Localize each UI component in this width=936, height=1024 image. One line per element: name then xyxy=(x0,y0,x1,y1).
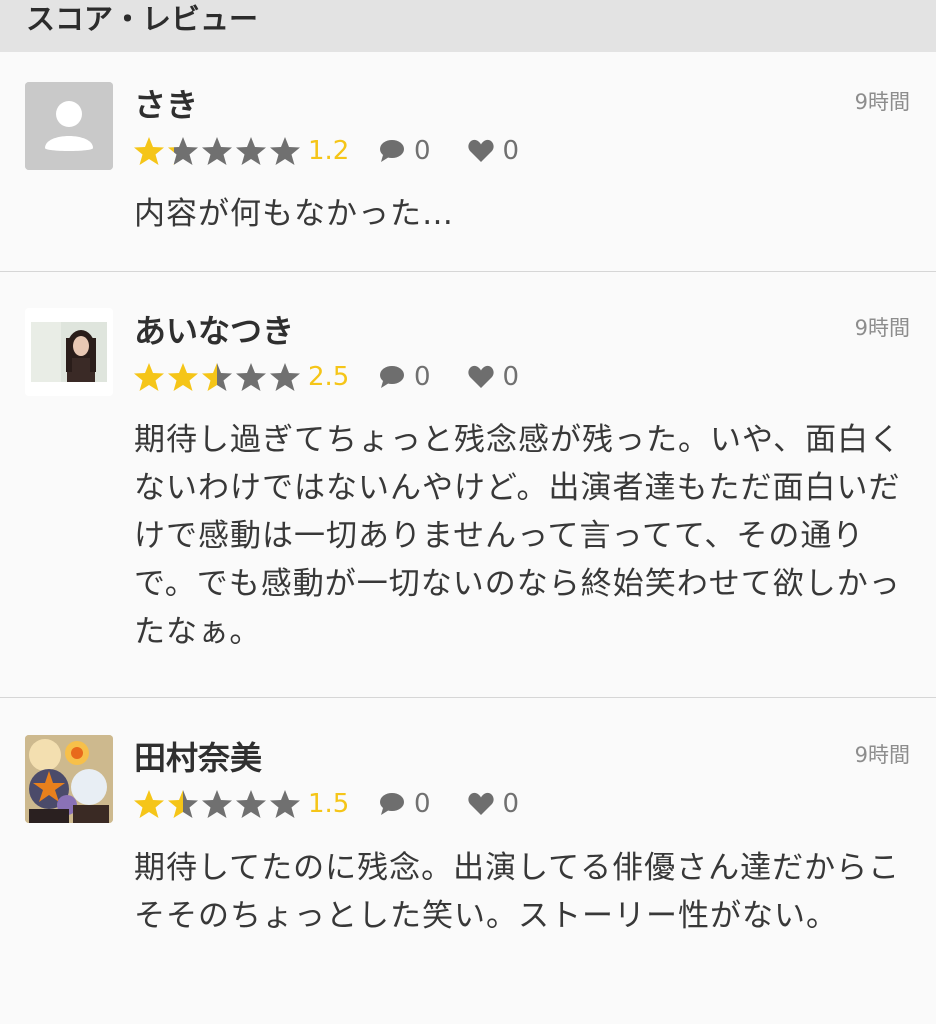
comment-count-value: 0 xyxy=(414,136,431,166)
comment-count[interactable]: 0 xyxy=(378,789,431,819)
profile-photo xyxy=(25,308,113,396)
comment-icon xyxy=(380,140,404,162)
star-rating xyxy=(132,788,302,820)
default-user-icon xyxy=(25,82,113,170)
star-icon xyxy=(236,137,266,165)
like-count[interactable]: 0 xyxy=(467,789,520,819)
review-meta: 1.2 0 0 xyxy=(132,134,519,168)
star-icon xyxy=(134,363,164,391)
star-icon xyxy=(202,137,232,165)
user-name[interactable]: あいなつき xyxy=(134,306,294,352)
star-icon xyxy=(168,790,198,818)
user-name[interactable]: さき xyxy=(134,80,198,126)
comment-icon xyxy=(380,366,404,388)
comment-count-value: 0 xyxy=(414,362,431,392)
user-name[interactable]: 田村奈美 xyxy=(134,733,262,779)
star-icon xyxy=(270,363,300,391)
review-meta: 1.5 0 0 xyxy=(132,787,519,821)
review-item: 田村奈美 9時間 1.5 0 0 期待してたのに残念。出演してる俳優さん達だから… xyxy=(0,698,936,1024)
star-icon xyxy=(168,137,198,165)
avatar[interactable] xyxy=(25,735,113,823)
snow-globe-photo xyxy=(25,735,113,823)
timestamp: 9時間 xyxy=(854,743,910,767)
star-icon xyxy=(134,790,164,818)
like-count[interactable]: 0 xyxy=(467,136,520,166)
review-item: さき 9時間 1.2 0 0 内容が何もなかった… xyxy=(0,52,936,272)
like-count-value: 0 xyxy=(502,136,520,166)
review-item: あいなつき 9時間 2.5 0 0 期待し過ぎてちょっと残念感が残った。いや、面… xyxy=(0,272,936,698)
review-text: 内容が何もなかった… xyxy=(134,196,454,232)
star-rating xyxy=(132,135,302,167)
heart-icon xyxy=(467,365,494,388)
star-icon xyxy=(134,137,164,165)
review-text: 期待してたのに残念。出演してる俳優さん達だからこそそのちょっとした笑い。ストーリ… xyxy=(134,850,901,934)
star-icon xyxy=(202,363,232,391)
score-value: 1.2 xyxy=(308,136,350,166)
avatar[interactable] xyxy=(25,308,113,396)
star-icon xyxy=(168,363,198,391)
like-count[interactable]: 0 xyxy=(467,362,520,392)
star-rating xyxy=(132,361,302,393)
heart-icon xyxy=(467,139,494,162)
like-count-value: 0 xyxy=(502,789,520,819)
star-icon xyxy=(236,790,266,818)
score-value: 2.5 xyxy=(308,362,350,392)
star-icon xyxy=(236,363,266,391)
review-text: 期待し過ぎてちょっと残念感が残った。いや、面白くないわけではないんやけど。出演者… xyxy=(134,422,902,650)
review-meta: 2.5 0 0 xyxy=(132,360,519,394)
star-icon xyxy=(202,790,232,818)
heart-icon xyxy=(467,792,494,815)
comment-count[interactable]: 0 xyxy=(378,136,431,166)
like-count-value: 0 xyxy=(502,362,520,392)
score-value: 1.5 xyxy=(308,789,350,819)
timestamp: 9時間 xyxy=(854,316,910,340)
comment-icon xyxy=(380,793,404,815)
comment-count-value: 0 xyxy=(414,789,431,819)
comment-count[interactable]: 0 xyxy=(378,362,431,392)
timestamp: 9時間 xyxy=(854,90,910,114)
star-icon xyxy=(270,137,300,165)
avatar[interactable] xyxy=(25,82,113,170)
section-title: スコア・レビュー xyxy=(0,0,936,52)
star-icon xyxy=(270,790,300,818)
